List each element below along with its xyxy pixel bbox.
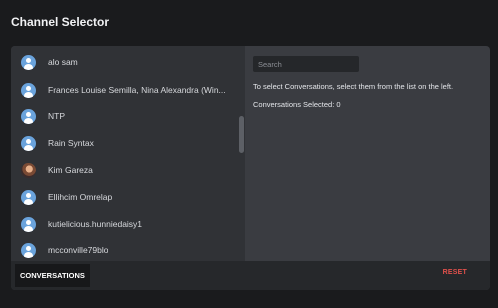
page-title: Channel Selector	[11, 15, 110, 29]
default-user-icon	[21, 135, 36, 151]
selected-count-text: Conversations Selected: 0	[253, 100, 341, 109]
default-user-icon	[21, 82, 36, 98]
list-item[interactable]: Rain Syntax	[11, 130, 237, 156]
list-item[interactable]: Frances Louise Semilla, Nina Alexandra (…	[11, 77, 237, 103]
list-item-label: kutielicious.hunniedaisy1	[48, 219, 143, 229]
instructions-text: To select Conversations, select them fro…	[253, 82, 454, 91]
selection-pane: To select Conversations, select them fro…	[245, 46, 490, 261]
list-item-label: Frances Louise Semilla, Nina Alexandra (…	[48, 85, 226, 95]
list-item-label: Ellihcim Omrelap	[48, 192, 113, 202]
search-input[interactable]	[253, 56, 359, 72]
list-item[interactable]: Ellihcim Omrelap	[11, 184, 237, 210]
default-user-icon	[21, 189, 36, 205]
list-item[interactable]: Kim Gareza	[11, 157, 237, 183]
channel-selector-panel: alo sam Frances Louise Semilla, Nina Ale…	[11, 46, 490, 290]
list-item[interactable]: NTP	[11, 103, 237, 129]
reset-button[interactable]: RESET	[443, 269, 467, 276]
default-user-icon	[21, 242, 36, 258]
list-item-label: Rain Syntax	[48, 138, 94, 148]
channel-list: alo sam Frances Louise Semilla, Nina Ale…	[11, 46, 245, 261]
default-user-icon	[21, 108, 36, 124]
list-item-label: mcconville79blo	[48, 245, 109, 255]
user-photo-icon	[21, 162, 36, 178]
list-item[interactable]: alo sam	[11, 49, 237, 75]
list-item-label: Kim Gareza	[48, 165, 93, 175]
default-user-icon	[21, 216, 36, 232]
list-scrollbar-thumb[interactable]	[239, 116, 244, 153]
list-item-label: NTP	[48, 111, 65, 121]
list-item[interactable]: kutielicious.hunniedaisy1	[11, 211, 237, 237]
default-user-icon	[21, 54, 36, 70]
footer-bar: CONVERSATIONS RESET	[11, 261, 490, 290]
tab-conversations[interactable]: CONVERSATIONS	[15, 264, 90, 287]
list-item[interactable]: mcconville79blo	[11, 237, 237, 261]
list-item-label: alo sam	[48, 57, 78, 67]
